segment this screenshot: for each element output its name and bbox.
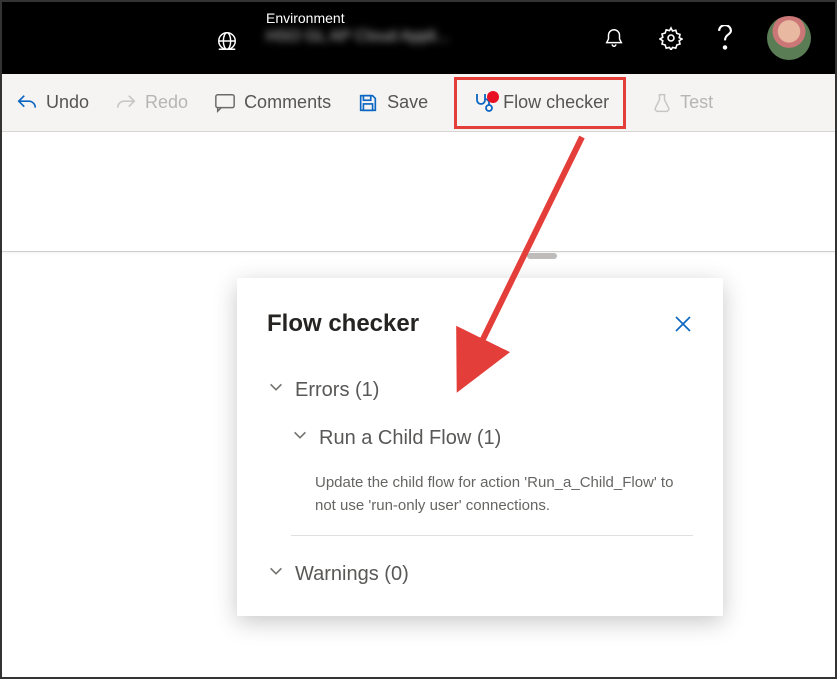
comments-label: Comments	[244, 92, 331, 113]
environment-display[interactable]: Environment HSO GL AP Cloud Appli...	[266, 10, 466, 54]
redo-button[interactable]: Redo	[115, 92, 188, 114]
warnings-section-toggle[interactable]: Warnings (0)	[267, 554, 693, 590]
chevron-down-icon	[291, 426, 309, 450]
flow-checker-alert-dot	[487, 91, 499, 103]
error-message: Update the child flow for action 'Run_a_…	[291, 466, 693, 536]
save-button[interactable]: Save	[357, 92, 428, 114]
app-topbar: Environment HSO GL AP Cloud Appli...	[2, 2, 835, 74]
flow-checker-label: Flow checker	[503, 92, 609, 113]
environment-picker-icon[interactable]	[216, 30, 238, 57]
flow-checker-panel: Flow checker Errors (1) Run a Child Flow…	[237, 278, 723, 616]
error-item-toggle[interactable]: Run a Child Flow (1)	[291, 418, 693, 466]
settings-gear-icon[interactable]	[659, 26, 683, 50]
user-avatar[interactable]	[767, 16, 811, 60]
close-icon[interactable]	[673, 314, 693, 334]
flow-canvas[interactable]	[2, 132, 835, 252]
test-label: Test	[680, 92, 713, 113]
undo-label: Undo	[46, 92, 89, 113]
test-button[interactable]: Test	[652, 92, 713, 114]
errors-label: Errors (1)	[295, 379, 379, 402]
redo-label: Redo	[145, 92, 188, 113]
environment-label: Environment	[266, 10, 466, 26]
editor-toolbar: Undo Redo Comments Save Flow checker Tes…	[2, 74, 835, 132]
notifications-icon[interactable]	[603, 26, 625, 50]
save-label: Save	[387, 92, 428, 113]
flow-checker-button[interactable]: Flow checker	[454, 77, 626, 129]
panel-drag-handle[interactable]	[527, 253, 557, 259]
errors-section-toggle[interactable]: Errors (1)	[267, 370, 693, 418]
environment-name: HSO GL AP Cloud Appli...	[266, 28, 466, 54]
undo-button[interactable]: Undo	[16, 92, 89, 114]
warnings-label: Warnings (0)	[295, 563, 409, 586]
flow-checker-title: Flow checker	[267, 310, 419, 338]
chevron-down-icon	[267, 562, 285, 586]
comments-button[interactable]: Comments	[214, 92, 331, 114]
error-item-label: Run a Child Flow (1)	[319, 427, 501, 450]
chevron-down-icon	[267, 378, 285, 402]
help-icon[interactable]	[717, 25, 733, 51]
